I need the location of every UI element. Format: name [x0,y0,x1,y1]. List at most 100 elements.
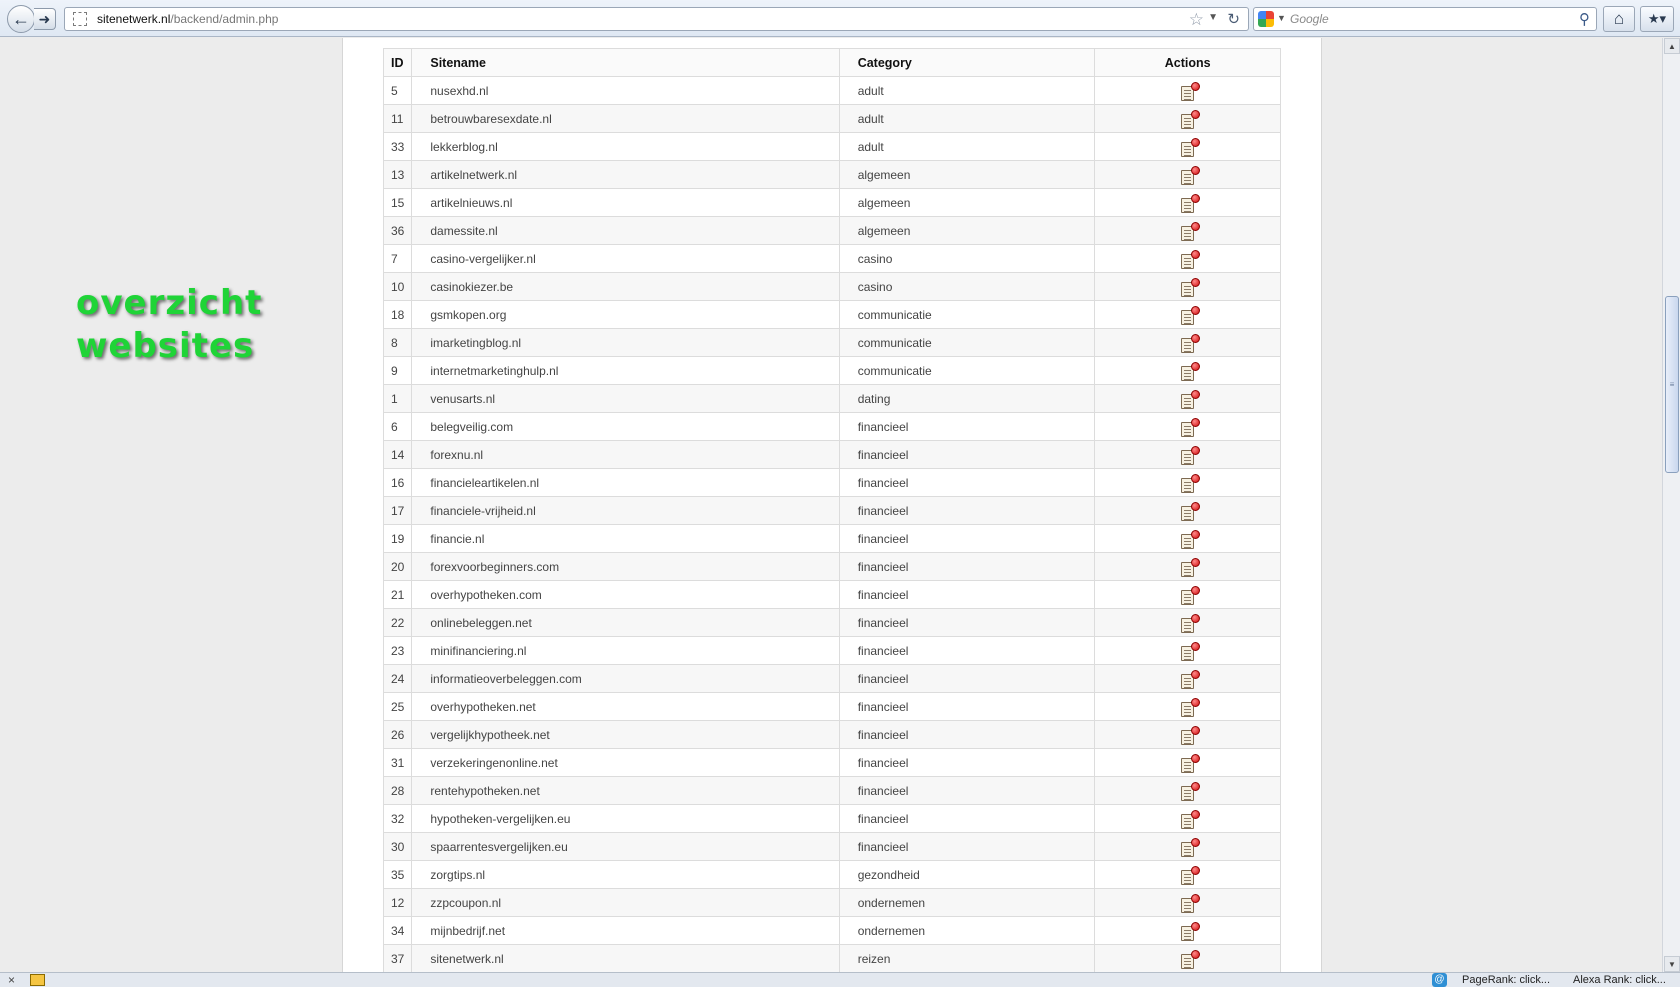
delete-document-icon[interactable] [1180,473,1200,493]
table-row: 32 hypotheken-vergelijken.eu financieel [382,804,1281,833]
address-text[interactable]: sitenetwerk.nl/backend/admin.php [97,12,278,26]
delete-document-icon[interactable] [1180,305,1200,325]
cell-category: financieel [838,720,1096,749]
delete-document-icon[interactable] [1180,389,1200,409]
bookmark-star-icon[interactable]: ☆ [1189,10,1204,30]
table-row: 6 belegveilig.com financieel [382,412,1281,441]
home-button[interactable]: ⌂ [1603,6,1635,32]
table-row: 20 forexvoorbeginners.com financieel [382,552,1281,581]
delete-document-icon[interactable] [1180,417,1200,437]
delete-document-icon[interactable] [1180,921,1200,941]
delete-document-icon[interactable] [1180,781,1200,801]
triangle-up-icon: ▲ [1668,41,1676,51]
bookmarks-button[interactable]: ★▾ [1640,6,1674,32]
arrow-right-icon: ➜ [38,10,51,27]
cell-actions [1094,832,1281,861]
search-bar[interactable]: ▼ Google ⚲ [1253,7,1597,31]
table-row: 14 forexnu.nl financieel [382,440,1281,469]
cell-sitename: casinokiezer.be [411,272,840,301]
table-body: 5 nusexhd.nl adult 11 betrouwbaresexdate.nl a… [382,76,1281,972]
cell-id: 22 [382,608,413,637]
delete-document-icon[interactable] [1180,165,1200,185]
reload-icon[interactable]: ↻ [1227,10,1240,28]
delete-document-icon[interactable] [1180,893,1200,913]
cell-category: communicatie [838,328,1096,357]
content-panel: ID Sitename Category Actions 5 nusexhd.nl… [342,38,1322,972]
search-engine-dropdown-icon[interactable]: ▼ [1277,13,1286,23]
cell-id: 35 [382,860,413,889]
url-path: /backend/admin.php [170,12,279,26]
delete-document-icon[interactable] [1180,837,1200,857]
delete-document-icon[interactable] [1180,613,1200,633]
table-row: 36 damessite.nl algemeen [382,216,1281,245]
close-addon-bar-icon[interactable]: × [8,973,15,987]
delete-document-icon[interactable] [1180,193,1200,213]
table-row: 37 sitenetwerk.nl reizen [382,944,1281,972]
scroll-down-button[interactable]: ▼ [1664,956,1680,972]
cell-actions [1094,412,1281,441]
delete-document-icon[interactable] [1180,333,1200,353]
table-row: 9 internetmarketinghulp.nl communicatie [382,356,1281,385]
page-viewport: overzicht websites ID Sitename Category … [0,38,1662,972]
history-dropdown-icon[interactable]: ▼ [1208,12,1218,23]
search-input[interactable]: Google [1290,12,1329,26]
alexa-status[interactable]: Alexa Rank: click... [1573,974,1666,986]
table-row: 33 lekkerblog.nl adult [382,132,1281,161]
back-button[interactable]: ← [7,5,35,33]
google-logo-icon[interactable] [1258,11,1274,27]
pagerank-status[interactable]: PageRank: click... [1462,974,1550,986]
site-identity-icon[interactable] [73,12,87,26]
cell-id: 21 [382,580,413,609]
delete-document-icon[interactable] [1180,725,1200,745]
table-row: 12 zzpcoupon.nl ondernemen [382,888,1281,917]
cell-id: 31 [382,748,413,777]
delete-document-icon[interactable] [1180,361,1200,381]
forward-button[interactable]: ➜ [34,8,56,30]
delete-document-icon[interactable] [1180,697,1200,717]
table-row: 1 venusarts.nl dating [382,384,1281,413]
cell-id: 12 [382,888,413,917]
delete-document-icon[interactable] [1180,669,1200,689]
cell-category: communicatie [838,300,1096,329]
cell-sitename: forexnu.nl [411,440,840,469]
scroll-up-button[interactable]: ▲ [1664,38,1680,54]
cell-id: 9 [382,356,413,385]
delete-document-icon[interactable] [1180,641,1200,661]
cell-sitename: zzpcoupon.nl [411,888,840,917]
delete-document-icon[interactable] [1180,949,1200,969]
search-icon[interactable]: ⚲ [1579,10,1590,28]
addon-ruler-icon[interactable] [30,974,45,986]
grip-icon: ≡ [1669,380,1675,389]
cell-id: 32 [382,804,413,833]
cell-id: 26 [382,720,413,749]
delete-document-icon[interactable] [1180,249,1200,269]
delete-document-icon[interactable] [1180,501,1200,521]
table-row: 17 financiele-vrijheid.nl financieel [382,496,1281,525]
delete-document-icon[interactable] [1180,529,1200,549]
pagerank-icon[interactable]: @ [1432,973,1447,987]
delete-document-icon[interactable] [1180,865,1200,885]
table-row: 11 betrouwbaresexdate.nl adult [382,104,1281,133]
delete-document-icon[interactable] [1180,109,1200,129]
delete-document-icon[interactable] [1180,137,1200,157]
delete-document-icon[interactable] [1180,221,1200,241]
address-bar[interactable]: sitenetwerk.nl/backend/admin.php ☆ ▼ ↻ [64,7,1249,31]
delete-document-icon[interactable] [1180,585,1200,605]
vertical-scrollbar[interactable]: ▲ ≡ ▼ [1662,38,1680,972]
cell-category: reizen [838,944,1096,972]
cell-category: casino [838,272,1096,301]
cell-category: financieel [838,692,1096,721]
delete-document-icon[interactable] [1180,445,1200,465]
scrollbar-thumb[interactable]: ≡ [1665,296,1679,473]
cell-sitename: betrouwbaresexdate.nl [411,104,840,133]
cell-actions [1094,776,1281,805]
delete-document-icon[interactable] [1180,277,1200,297]
delete-document-icon[interactable] [1180,81,1200,101]
cell-sitename: artikelnieuws.nl [411,188,840,217]
cell-sitename: sitenetwerk.nl [411,944,840,972]
delete-document-icon[interactable] [1180,557,1200,577]
table-row: 18 gsmkopen.org communicatie [382,300,1281,329]
cell-sitename: venusarts.nl [411,384,840,413]
delete-document-icon[interactable] [1180,753,1200,773]
delete-document-icon[interactable] [1180,809,1200,829]
